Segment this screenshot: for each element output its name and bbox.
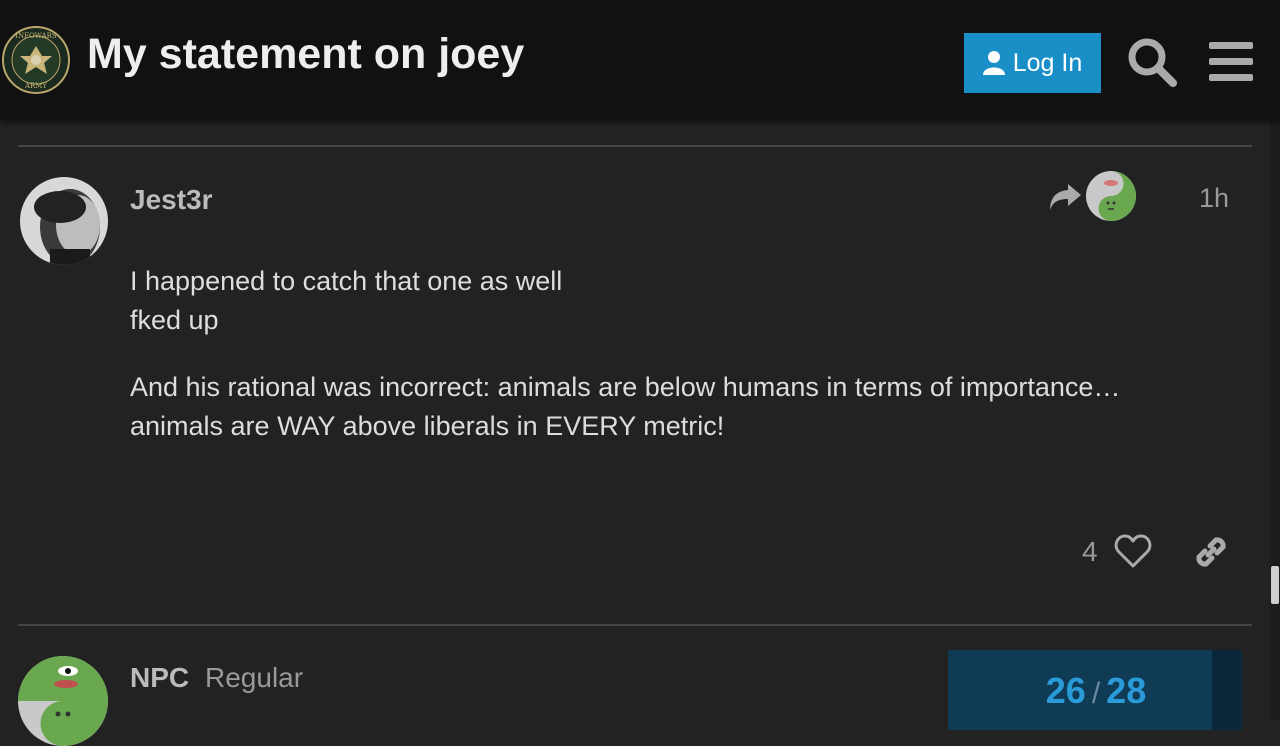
army-seal-logo-icon[interactable]: INFOWARS ARMY bbox=[2, 26, 70, 94]
progress-separator: / bbox=[1091, 677, 1101, 710]
post-text-line: And his rational was incorrect: animals … bbox=[130, 372, 1121, 402]
post-paragraph: And his rational was incorrect: animals … bbox=[130, 368, 1120, 446]
post-paragraph: I happened to catch that one as well fke… bbox=[130, 262, 1120, 340]
post-divider bbox=[18, 145, 1252, 147]
avatar[interactable] bbox=[18, 656, 108, 746]
hamburger-menu-icon[interactable] bbox=[1207, 40, 1255, 84]
post-date[interactable]: 1h bbox=[1199, 183, 1229, 214]
heart-icon[interactable] bbox=[1114, 533, 1152, 569]
post-text-line: I happened to catch that one as well bbox=[130, 266, 563, 296]
post-body: I happened to catch that one as well fke… bbox=[130, 262, 1120, 474]
login-button[interactable]: Log In bbox=[964, 33, 1101, 93]
site-header: INFOWARS ARMY My statement on joey Log I… bbox=[0, 0, 1280, 120]
npc-avatar-icon bbox=[18, 656, 108, 746]
login-label: Log In bbox=[1012, 48, 1083, 77]
progress-counter: 26/28 bbox=[948, 670, 1244, 712]
logo-text-top: INFOWARS bbox=[15, 32, 57, 40]
like-count[interactable]: 4 bbox=[1082, 536, 1098, 568]
post-text-line: fked up bbox=[130, 305, 219, 335]
progress-current: 26 bbox=[1045, 670, 1086, 711]
logo-text-bottom: ARMY bbox=[24, 82, 47, 90]
post-divider bbox=[18, 624, 1252, 626]
user-photo-avatar-icon bbox=[20, 177, 108, 265]
avatar[interactable] bbox=[20, 177, 108, 265]
reply-to-avatar[interactable] bbox=[1086, 171, 1136, 221]
user-icon bbox=[982, 51, 1005, 75]
post-text-line: animals are WAY above liberals in EVERY … bbox=[130, 411, 725, 441]
npc-avatar-icon bbox=[1086, 171, 1136, 221]
share-reply-icon[interactable] bbox=[1048, 182, 1082, 212]
user-title: Regular bbox=[205, 662, 304, 693]
post-username[interactable]: NPC bbox=[130, 662, 189, 694]
progress-total: 28 bbox=[1106, 670, 1147, 711]
scrollbar-thumb[interactable] bbox=[1271, 566, 1279, 604]
search-icon[interactable] bbox=[1126, 36, 1178, 88]
topic-progress[interactable]: 26/28 bbox=[948, 650, 1212, 730]
post-username[interactable]: Jest3r bbox=[130, 184, 213, 216]
link-icon[interactable] bbox=[1192, 533, 1230, 571]
topic-title[interactable]: My statement on joey bbox=[87, 30, 524, 79]
